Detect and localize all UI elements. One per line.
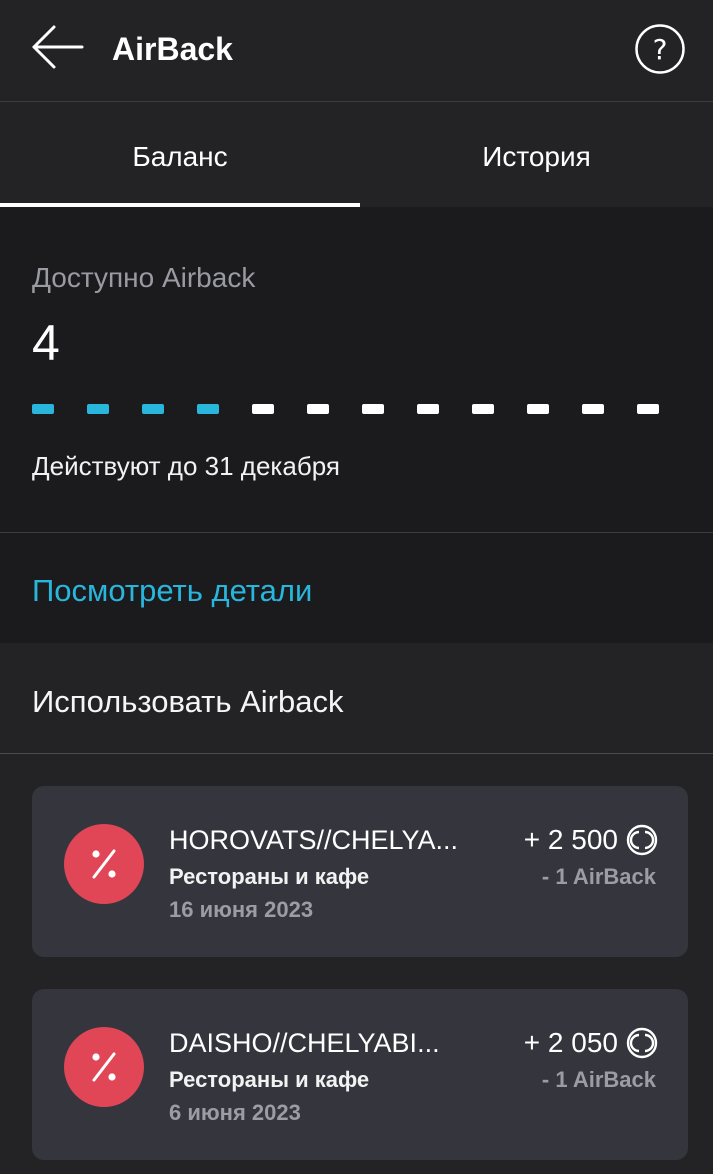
- tab-bar: Баланс История: [0, 103, 713, 207]
- progress-segment-filled: [142, 404, 164, 414]
- valid-until-text: Действуют до 31 декабря: [32, 451, 340, 481]
- transaction-amount: + 2 500: [523, 824, 618, 855]
- progress-segment-filled: [197, 404, 219, 414]
- help-button[interactable]: ?: [634, 23, 686, 75]
- merchant-category: Рестораны и кафе: [169, 864, 370, 889]
- percent-icon: [92, 1052, 116, 1082]
- airback-coin-icon: [626, 824, 658, 856]
- back-button[interactable]: [28, 22, 88, 72]
- available-value: 4: [32, 315, 60, 371]
- page-title: AirBack: [112, 31, 233, 67]
- percent-icon: [92, 849, 116, 879]
- progress-segment-empty: [472, 404, 494, 414]
- question-circle-icon: ?: [635, 24, 685, 74]
- progress-segment-empty: [362, 404, 384, 414]
- use-airback-title: Использовать Airback: [32, 684, 344, 719]
- progress-segment-empty: [252, 404, 274, 414]
- details-panel: Посмотреть детали: [0, 533, 713, 643]
- svg-text:?: ?: [653, 33, 668, 66]
- progress-segment-empty: [417, 404, 439, 414]
- view-details-link[interactable]: Посмотреть детали: [32, 571, 312, 611]
- category-badge: [64, 1027, 144, 1107]
- available-label: Доступно Airback: [32, 262, 256, 293]
- merchant-category: Рестораны и кафе: [169, 1067, 370, 1092]
- airback-spent: - 1 AirBack: [541, 864, 656, 889]
- progress-segment-filled: [32, 404, 54, 414]
- airback-coin-icon: [626, 1027, 658, 1059]
- progress-segment-empty: [527, 404, 549, 414]
- amount-row: + 2 050: [524, 1025, 658, 1061]
- balance-panel: Доступно Airback 4 Действуют до 31 декаб…: [0, 207, 713, 532]
- divider: [0, 753, 713, 754]
- amount-row: + 2 500: [524, 822, 658, 858]
- arrow-left-icon: [32, 25, 84, 69]
- tab-history[interactable]: История: [360, 103, 713, 207]
- progress-segment-filled: [87, 404, 109, 414]
- airback-spent: - 1 AirBack: [541, 1067, 656, 1092]
- airback-progress: [32, 404, 662, 415]
- app-header: AirBack ?: [0, 0, 713, 102]
- merchant-name: DAISHO//CHELYABI...: [169, 1028, 440, 1058]
- progress-segment-empty: [307, 404, 329, 414]
- progress-segment-empty: [582, 404, 604, 414]
- transaction-card[interactable]: HOROVATS//CHELYA... Рестораны и кафе 16 …: [32, 786, 688, 957]
- merchant-name: HOROVATS//CHELYA...: [169, 825, 459, 855]
- transaction-card[interactable]: DAISHO//CHELYABI... Рестораны и кафе 6 и…: [32, 989, 688, 1160]
- transaction-date: 6 июня 2023: [169, 1100, 301, 1125]
- tab-balance[interactable]: Баланс: [0, 103, 360, 207]
- progress-segment-empty: [637, 404, 659, 414]
- category-badge: [64, 824, 144, 904]
- transaction-amount: + 2 050: [523, 1027, 618, 1058]
- transaction-date: 16 июня 2023: [169, 897, 314, 922]
